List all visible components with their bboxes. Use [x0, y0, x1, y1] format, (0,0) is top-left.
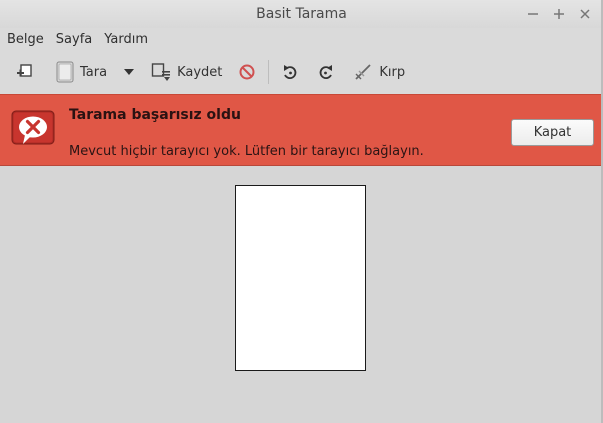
- crop-icon: [353, 62, 373, 82]
- toolbar: Tara Kaydet Kırp: [0, 50, 603, 94]
- page-preview-area: [0, 167, 603, 423]
- rotate-right-icon: [317, 63, 335, 81]
- titlebar: Basit Tarama: [0, 0, 603, 28]
- crop-label: Kırp: [379, 64, 406, 80]
- kapat-button[interactable]: Kapat: [511, 119, 594, 146]
- rotate-left-icon: [281, 63, 299, 81]
- maximize-icon[interactable]: [553, 8, 565, 20]
- menu-yardim[interactable]: Yardım: [104, 32, 148, 47]
- menu-belge[interactable]: Belge: [7, 32, 44, 47]
- error-speech-bubble-icon: [11, 110, 55, 150]
- window-title: Basit Tarama: [256, 6, 347, 22]
- close-icon[interactable]: [579, 8, 591, 20]
- new-document-icon: [16, 63, 34, 81]
- blank-page[interactable]: [235, 185, 366, 371]
- menu-sayfa[interactable]: Sayfa: [56, 32, 92, 47]
- rotate-left-button[interactable]: [277, 56, 303, 88]
- save-button[interactable]: Kaydet: [147, 56, 226, 88]
- window-controls: [527, 0, 591, 28]
- save-label: Kaydet: [177, 64, 223, 80]
- rotate-right-button[interactable]: [313, 56, 339, 88]
- stop-button[interactable]: [234, 56, 260, 88]
- scan-button[interactable]: Tara: [52, 56, 111, 88]
- new-document-button[interactable]: [12, 56, 38, 88]
- error-infobar: Tarama başarısız oldu Mevcut hiçbir tara…: [0, 94, 603, 166]
- stop-icon: [238, 63, 256, 81]
- scanner-icon: [56, 61, 74, 83]
- error-title: Tarama başarısız oldu: [69, 107, 241, 123]
- minimize-icon[interactable]: [527, 8, 539, 20]
- menubar: Belge Sayfa Yardım: [0, 28, 603, 50]
- scan-label: Tara: [80, 64, 108, 80]
- toolbar-separator: [268, 60, 270, 84]
- chevron-down-icon: [123, 67, 135, 77]
- scan-type-dropdown[interactable]: [119, 56, 139, 88]
- save-icon: [151, 62, 171, 82]
- error-message: Mevcut hiçbir tarayıcı yok. Lütfen bir t…: [69, 144, 424, 159]
- crop-button[interactable]: Kırp: [349, 56, 409, 88]
